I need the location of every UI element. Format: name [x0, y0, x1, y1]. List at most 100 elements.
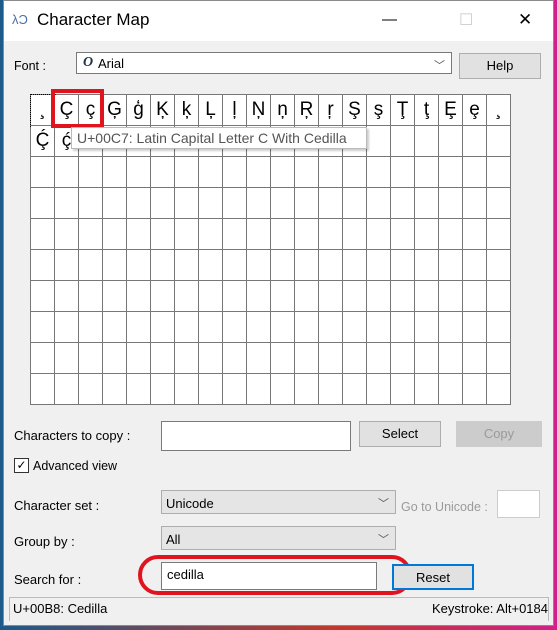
character-cell[interactable]: [319, 281, 343, 312]
character-cell[interactable]: [31, 281, 55, 312]
character-cell[interactable]: [247, 281, 271, 312]
character-cell[interactable]: Ļ: [199, 95, 223, 126]
character-cell[interactable]: [199, 281, 223, 312]
character-cell[interactable]: [223, 157, 247, 188]
character-cell[interactable]: [391, 126, 415, 157]
character-cell[interactable]: [55, 281, 79, 312]
character-cell[interactable]: [295, 219, 319, 250]
font-dropdown[interactable]: O Arial ﹀: [76, 52, 452, 74]
character-cell[interactable]: [127, 343, 151, 374]
character-cell[interactable]: [175, 343, 199, 374]
character-cell[interactable]: [463, 157, 487, 188]
character-cell[interactable]: [463, 219, 487, 250]
character-cell[interactable]: [487, 312, 511, 343]
character-cell[interactable]: [223, 188, 247, 219]
copy-button[interactable]: Copy: [456, 421, 542, 447]
character-cell[interactable]: [343, 312, 367, 343]
character-cell[interactable]: [487, 374, 511, 405]
character-cell[interactable]: [295, 374, 319, 405]
character-cell[interactable]: [103, 250, 127, 281]
character-cell[interactable]: [343, 157, 367, 188]
character-cell[interactable]: [151, 281, 175, 312]
character-cell[interactable]: [55, 219, 79, 250]
group-by-dropdown[interactable]: All ﹀: [161, 526, 396, 550]
character-cell[interactable]: [247, 188, 271, 219]
character-cell[interactable]: [247, 343, 271, 374]
character-cell[interactable]: [127, 374, 151, 405]
character-cell[interactable]: [103, 188, 127, 219]
character-cell[interactable]: [127, 281, 151, 312]
character-cell[interactable]: [415, 188, 439, 219]
character-cell[interactable]: [151, 374, 175, 405]
character-cell[interactable]: [55, 188, 79, 219]
character-cell[interactable]: [343, 343, 367, 374]
character-cell[interactable]: ģ: [127, 95, 151, 126]
character-cell[interactable]: [199, 312, 223, 343]
character-cell[interactable]: [343, 250, 367, 281]
character-cell[interactable]: ȩ: [463, 95, 487, 126]
character-cell[interactable]: [247, 312, 271, 343]
character-cell[interactable]: Ņ: [247, 95, 271, 126]
character-cell[interactable]: [55, 250, 79, 281]
character-cell[interactable]: [463, 188, 487, 219]
search-input[interactable]: cedilla: [161, 562, 377, 590]
character-cell[interactable]: [31, 343, 55, 374]
character-cell[interactable]: [463, 250, 487, 281]
character-cell[interactable]: [367, 219, 391, 250]
character-cell[interactable]: [319, 250, 343, 281]
character-cell[interactable]: [367, 281, 391, 312]
advanced-view-checkbox[interactable]: ✓: [14, 458, 29, 473]
character-cell[interactable]: [295, 281, 319, 312]
character-cell[interactable]: Ķ: [151, 95, 175, 126]
character-cell[interactable]: [103, 343, 127, 374]
character-cell[interactable]: [487, 219, 511, 250]
character-cell[interactable]: [295, 312, 319, 343]
character-cell[interactable]: Ş: [343, 95, 367, 126]
reset-button[interactable]: Reset: [392, 564, 474, 590]
character-cell[interactable]: [79, 188, 103, 219]
character-cell[interactable]: [79, 250, 103, 281]
character-cell[interactable]: ļ: [223, 95, 247, 126]
character-cell[interactable]: Ḉ: [31, 126, 55, 157]
character-cell[interactable]: [367, 157, 391, 188]
character-cell[interactable]: [247, 157, 271, 188]
character-cell[interactable]: [103, 281, 127, 312]
character-cell[interactable]: [319, 188, 343, 219]
character-cell[interactable]: [79, 312, 103, 343]
character-cell[interactable]: [31, 219, 55, 250]
maximize-button[interactable]: ☐: [459, 10, 473, 30]
character-cell[interactable]: [223, 312, 247, 343]
character-cell[interactable]: ş: [367, 95, 391, 126]
character-cell[interactable]: [223, 219, 247, 250]
character-cell[interactable]: [487, 281, 511, 312]
character-cell[interactable]: ţ: [415, 95, 439, 126]
select-button[interactable]: Select: [359, 421, 441, 447]
characters-to-copy-input[interactable]: [161, 421, 351, 451]
character-cell[interactable]: [415, 343, 439, 374]
character-cell[interactable]: [79, 157, 103, 188]
character-cell[interactable]: [271, 157, 295, 188]
character-cell[interactable]: [151, 312, 175, 343]
character-cell[interactable]: [31, 374, 55, 405]
character-cell[interactable]: [343, 219, 367, 250]
character-cell[interactable]: [439, 188, 463, 219]
character-cell[interactable]: [199, 250, 223, 281]
character-cell[interactable]: [415, 250, 439, 281]
character-cell[interactable]: [391, 343, 415, 374]
character-cell[interactable]: [343, 374, 367, 405]
character-cell[interactable]: [439, 312, 463, 343]
character-cell[interactable]: [55, 157, 79, 188]
character-cell[interactable]: ŗ: [319, 95, 343, 126]
character-cell[interactable]: [391, 188, 415, 219]
character-cell[interactable]: [463, 126, 487, 157]
character-cell[interactable]: [247, 374, 271, 405]
character-cell[interactable]: [487, 126, 511, 157]
character-cell[interactable]: [271, 250, 295, 281]
character-cell[interactable]: [367, 374, 391, 405]
character-cell[interactable]: [439, 250, 463, 281]
character-cell[interactable]: [295, 188, 319, 219]
character-cell[interactable]: [199, 157, 223, 188]
character-cell[interactable]: [31, 188, 55, 219]
character-cell[interactable]: [127, 312, 151, 343]
character-cell[interactable]: [463, 312, 487, 343]
